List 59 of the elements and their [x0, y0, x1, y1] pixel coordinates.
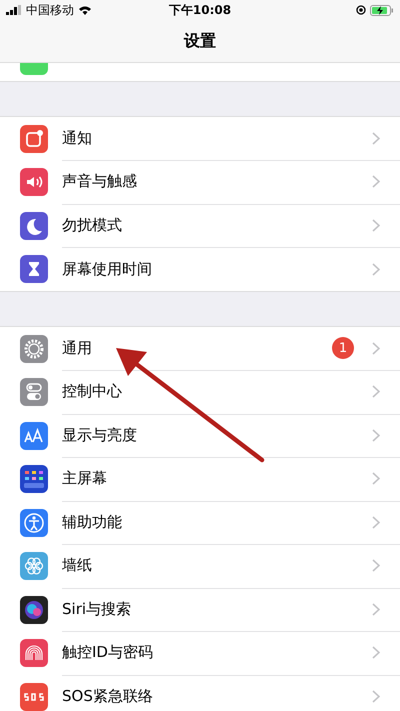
clock-text: 下午10:08: [168, 2, 232, 18]
person-icon: [20, 508, 48, 537]
settings-item[interactable]: 声音与触感: [0, 160, 400, 204]
chevron-icon: [372, 559, 380, 572]
item-label: 控制中心: [62, 382, 123, 402]
speaker-icon: [20, 168, 48, 196]
item-label: 勿扰模式: [62, 216, 123, 235]
letters-icon: [20, 422, 48, 450]
app-icon: [20, 63, 48, 75]
item-label: 通用: [62, 338, 93, 358]
grid-icon: [20, 465, 48, 494]
chevron-icon: [372, 690, 380, 704]
fingerprint-icon: [20, 639, 48, 668]
item-label: 屏幕使用时间: [62, 260, 153, 279]
chevron-icon: [372, 428, 380, 442]
item-label: 触控ID与密码: [62, 643, 154, 662]
notification-badge: 1: [332, 337, 354, 360]
settings-item[interactable]: 墙纸: [0, 544, 400, 588]
wifi-icon: [78, 5, 92, 15]
moon-icon: [20, 212, 48, 240]
chevron-icon: [372, 472, 380, 486]
item-label: 墙纸: [62, 556, 93, 576]
chevron-icon: [372, 132, 380, 145]
item-label: 主屏幕: [62, 469, 108, 488]
settings-item[interactable]: 屏幕使用时间: [0, 248, 400, 291]
chevron-icon: [372, 646, 380, 660]
settings-item[interactable]: 通知: [0, 117, 400, 160]
settings-item[interactable]: Siri与搜索: [0, 588, 400, 632]
item-label: SOS紧急联络: [62, 687, 154, 706]
carrier-text: 中国移动: [26, 2, 74, 18]
signal-icon: [6, 5, 22, 15]
hourglass-icon: [20, 255, 48, 284]
settings-item[interactable]: 主屏幕: [0, 458, 400, 501]
settings-item[interactable]: 勿扰模式: [0, 204, 400, 248]
rotation-lock-icon: [356, 5, 366, 15]
battery-icon: [370, 4, 394, 16]
chevron-icon: [372, 516, 380, 529]
chevron-icon: [372, 175, 380, 188]
item-label: Siri与搜索: [62, 600, 132, 619]
settings-item[interactable]: 辅助功能: [0, 501, 400, 544]
settings-item[interactable]: 触控ID与密码: [0, 632, 400, 675]
settings-item[interactable]: 控制中心: [0, 370, 400, 414]
chevron-icon: [372, 218, 380, 232]
toggle-icon: [20, 378, 48, 406]
bell-icon: [20, 124, 48, 153]
screen-title: 设置: [184, 30, 216, 52]
gear-icon: [20, 334, 48, 363]
settings-item[interactable]: 显示与亮度: [0, 414, 400, 458]
chevron-icon: [372, 342, 380, 355]
flower-icon: [20, 552, 48, 580]
item-label: 辅助功能: [62, 512, 123, 532]
chevron-icon: [372, 385, 380, 398]
chevron-icon: [372, 602, 380, 616]
orb-icon: [20, 596, 48, 624]
chevron-icon: [372, 262, 380, 276]
settings-item[interactable]: SOS紧急联络: [0, 675, 400, 711]
item-label: 显示与亮度: [62, 426, 138, 445]
item-label: 通知: [62, 128, 93, 148]
item-label: 声音与触感: [62, 172, 138, 192]
